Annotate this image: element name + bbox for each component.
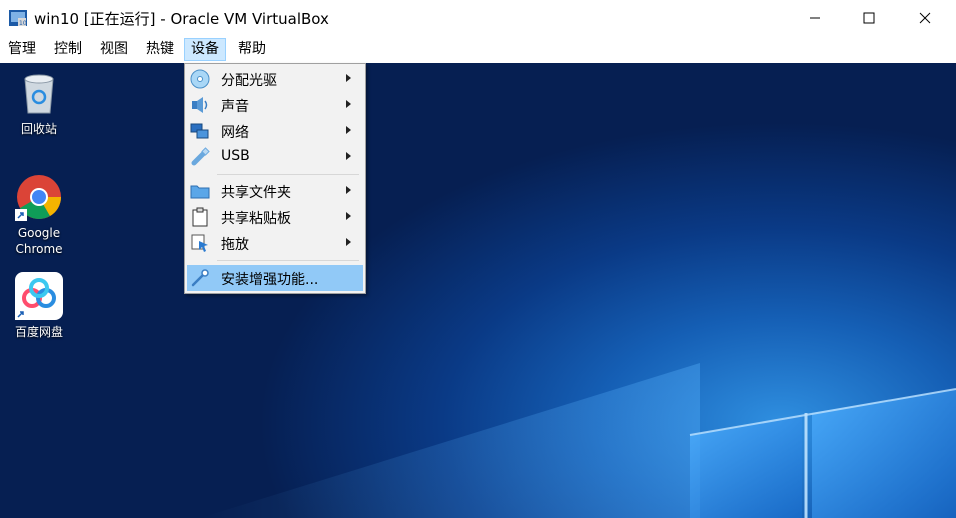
menu-item-install-guest-additions[interactable]: 安装增强功能...	[187, 265, 363, 291]
menu-item-label: 安装增强功能...	[221, 272, 319, 288]
drag-drop-icon	[191, 234, 208, 252]
menu-hotkey[interactable]: 热键	[140, 38, 180, 61]
optical-drive-icon	[190, 69, 210, 89]
submenu-arrow-icon	[346, 238, 351, 246]
devices-dropdown-menu: 分配光驱 声音 网络 USB 共享文件夹 共享粘贴板 拖放 安装增强功能...	[184, 63, 366, 294]
minimize-icon	[810, 17, 820, 19]
desktop-icon-baidu-netdisk[interactable]: 百度网盘	[7, 272, 71, 340]
window-title: win10 [正在运行] - Oracle VM VirtualBox	[34, 10, 329, 28]
close-button[interactable]	[902, 0, 948, 36]
menu-bar: 管理 控制 视图 热键 设备 帮助	[0, 36, 956, 63]
network-icon	[190, 123, 209, 139]
desktop-icon-label: 回收站	[20, 122, 57, 136]
desktop-icon-label: 百度网盘	[14, 325, 63, 339]
menu-item-drag-drop[interactable]: 拖放	[187, 230, 363, 256]
menu-item-label: 拖放	[221, 237, 249, 253]
menu-manage[interactable]: 管理	[2, 38, 42, 61]
shortcut-arrow-icon	[15, 209, 27, 221]
menu-control[interactable]: 控制	[48, 38, 88, 61]
menu-item-label: USB	[221, 148, 250, 164]
windows-logo-wallpaper	[200, 363, 956, 518]
submenu-arrow-icon	[346, 74, 351, 82]
close-icon	[919, 12, 931, 24]
title-bar: 10 win10 [正在运行] - Oracle VM VirtualBox	[0, 0, 956, 36]
menu-item-label: 分配光驱	[221, 73, 277, 89]
menu-item-label: 网络	[221, 125, 249, 141]
desktop-icon-chrome[interactable]: Google Chrome	[7, 173, 71, 257]
menu-item-network[interactable]: 网络	[187, 118, 363, 144]
menu-item-label: 声音	[221, 99, 249, 115]
menu-separator	[217, 260, 359, 261]
submenu-arrow-icon	[346, 152, 351, 160]
usb-icon	[191, 147, 210, 166]
recycle-bin-icon	[24, 74, 54, 114]
guest-additions-icon	[191, 269, 209, 287]
menu-item-clipboard[interactable]: 共享粘贴板	[187, 204, 363, 230]
submenu-arrow-icon	[346, 100, 351, 108]
clipboard-icon	[192, 207, 208, 227]
virtualbox-app-icon: 10	[9, 10, 27, 27]
maximize-icon	[863, 12, 875, 24]
menu-item-shared-folder[interactable]: 共享文件夹	[187, 178, 363, 204]
menu-item-audio[interactable]: 声音	[187, 92, 363, 118]
maximize-button[interactable]	[846, 0, 892, 36]
menu-separator	[217, 174, 359, 175]
menu-help[interactable]: 帮助	[232, 38, 272, 61]
desktop-icon-label: Google Chrome	[15, 226, 63, 256]
audio-icon	[192, 97, 208, 113]
menu-devices[interactable]: 设备	[184, 38, 226, 61]
desktop-icon-recycle-bin[interactable]: 回收站	[7, 69, 71, 137]
shared-folder-icon	[190, 185, 210, 199]
svg-text:10: 10	[19, 20, 27, 27]
vm-desktop[interactable]: 回收站 Google Chrome 百度网盘	[0, 63, 956, 518]
minimize-button[interactable]	[792, 0, 838, 36]
submenu-arrow-icon	[346, 126, 351, 134]
submenu-arrow-icon	[346, 212, 351, 220]
menu-view[interactable]: 视图	[94, 38, 134, 61]
menu-item-usb[interactable]: USB	[187, 144, 363, 170]
submenu-arrow-icon	[346, 186, 351, 194]
menu-item-label: 共享粘贴板	[221, 211, 291, 227]
menu-item-optical-drive[interactable]: 分配光驱	[187, 66, 363, 92]
menu-item-label: 共享文件夹	[221, 185, 291, 201]
shortcut-arrow-icon	[15, 308, 27, 320]
